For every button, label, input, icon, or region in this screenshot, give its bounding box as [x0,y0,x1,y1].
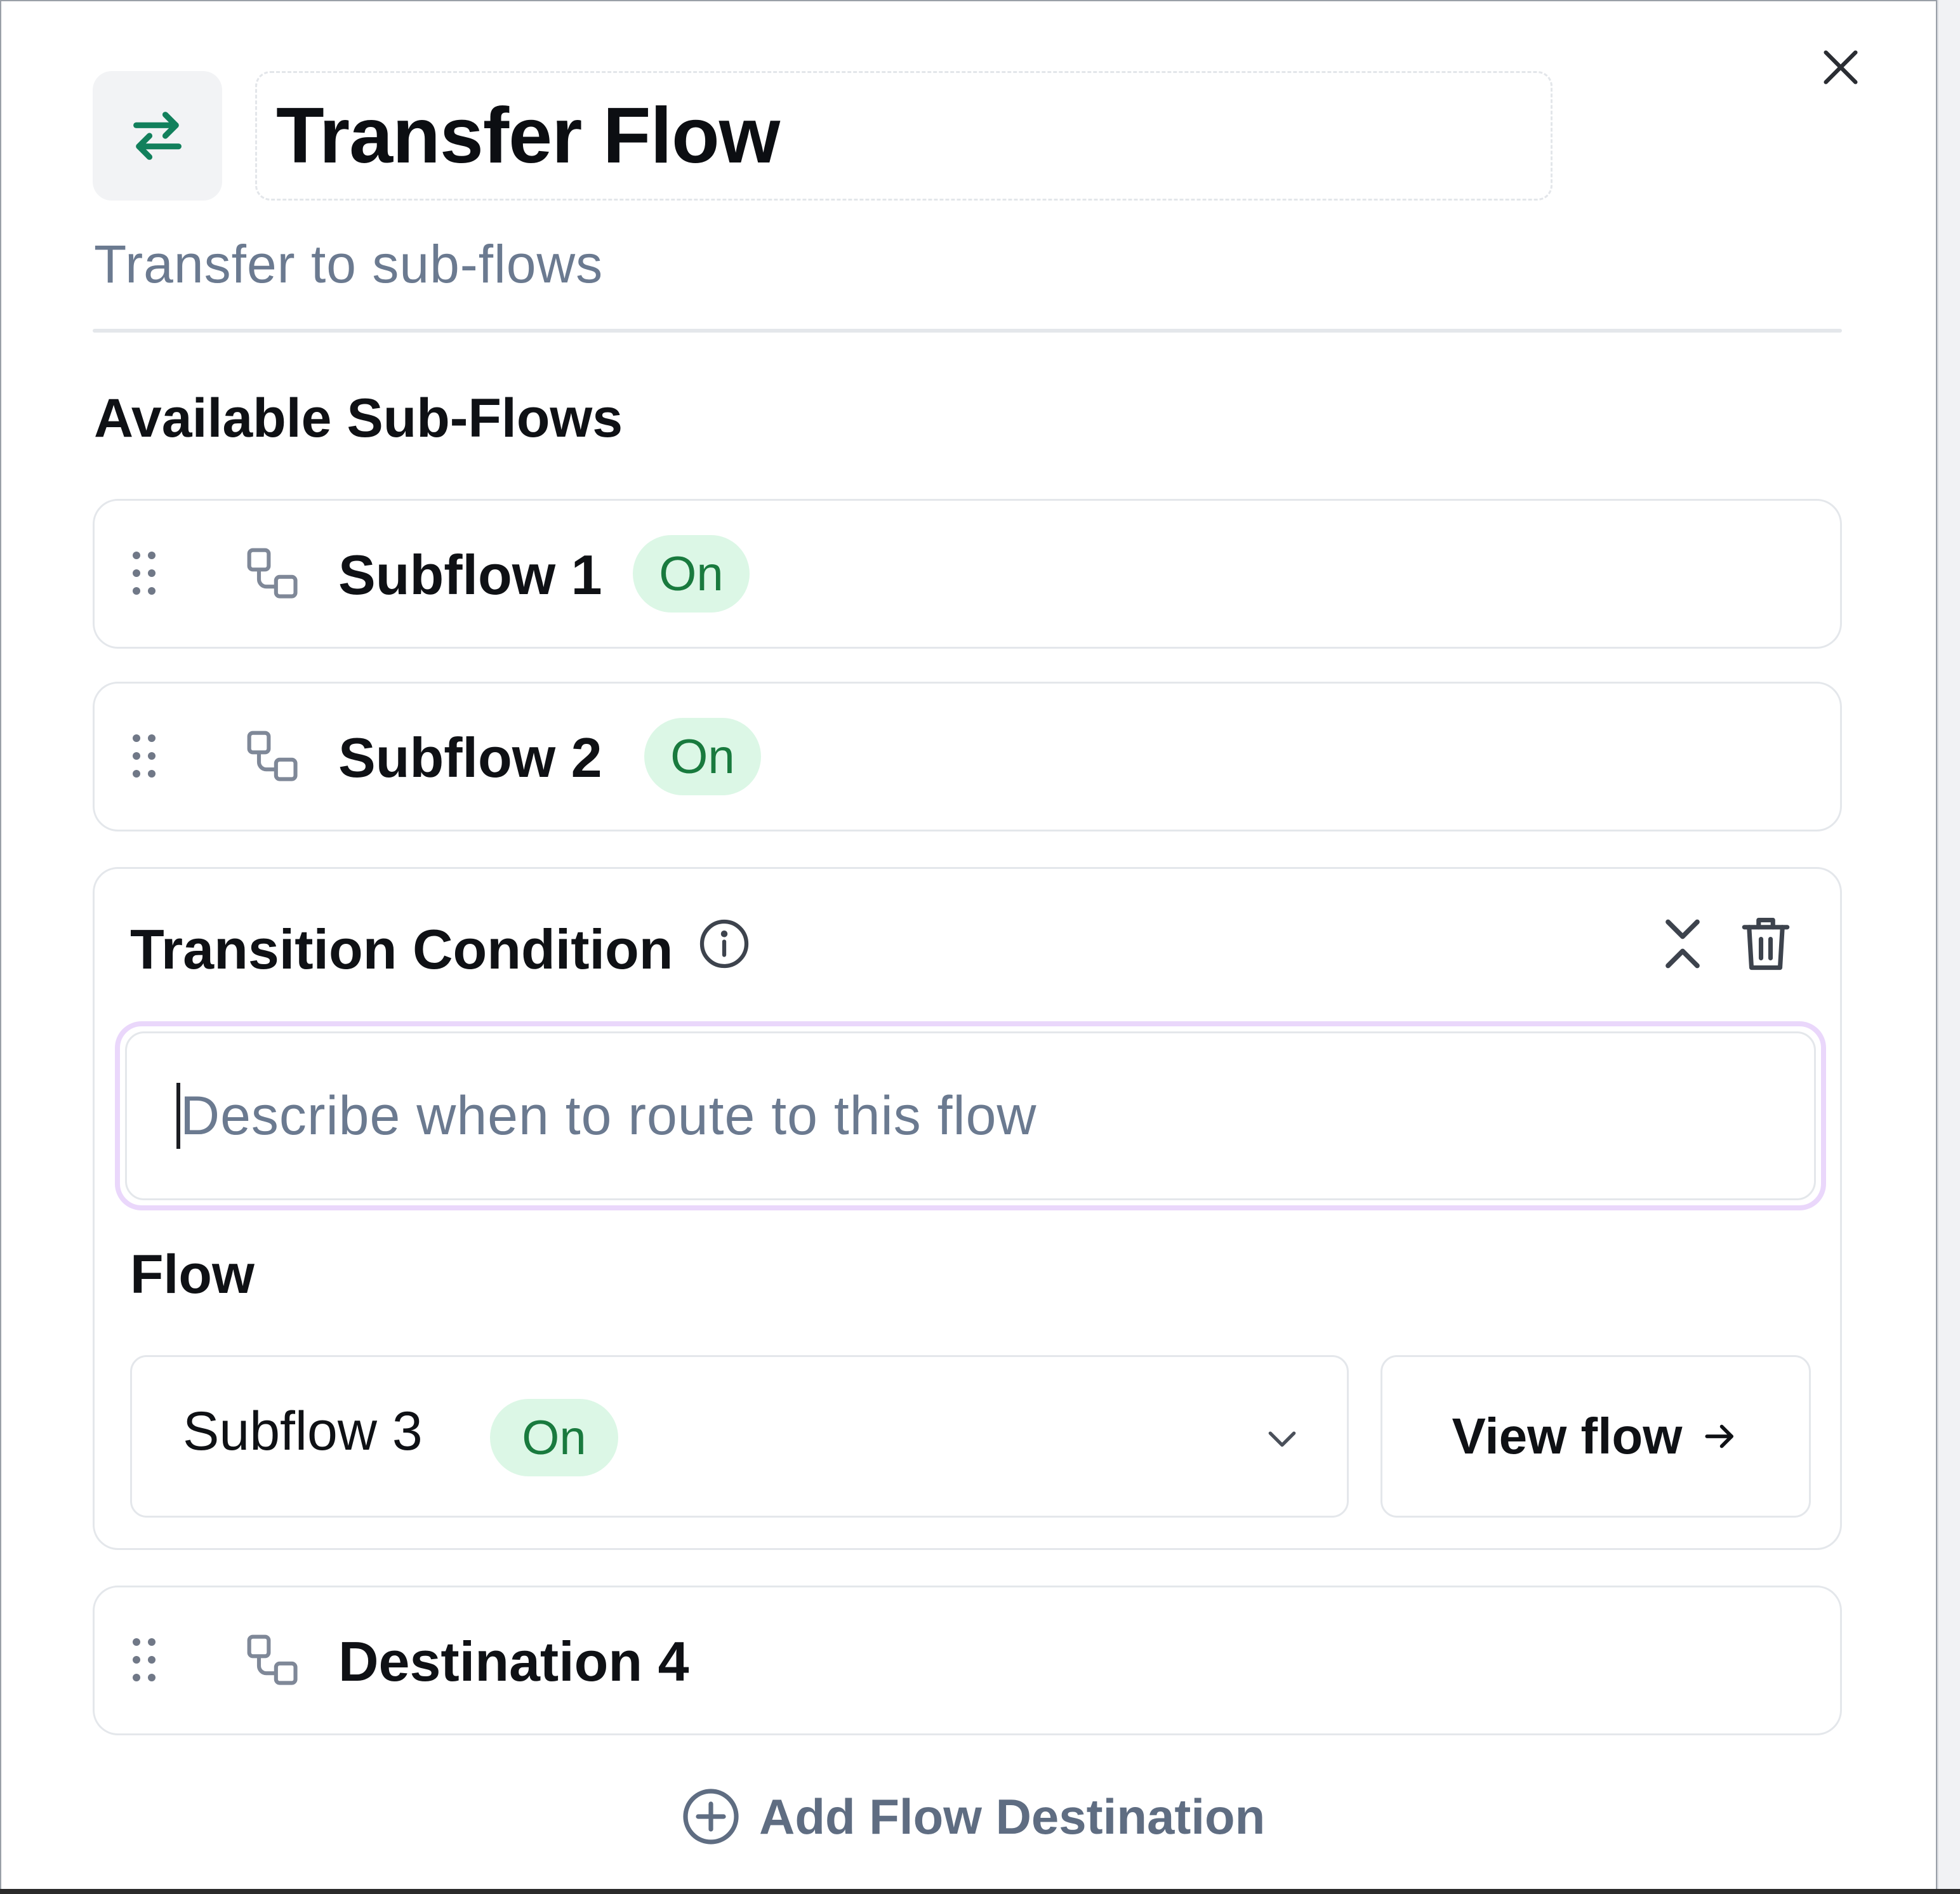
subflow-icon [247,548,298,599]
trash-icon[interactable] [1737,912,1794,976]
subflow-row[interactable]: Subflow 1 On [93,499,1842,649]
title-editable-field[interactable]: Transfer Flow [255,71,1553,201]
view-flow-button[interactable]: View flow [1381,1355,1811,1518]
flow-select[interactable]: Subflow 3 On [130,1355,1349,1518]
arrows-left-right-icon [133,112,182,160]
drag-handle-icon[interactable] [131,733,157,779]
close-button[interactable] [1815,42,1866,93]
collapse-icon[interactable] [1660,915,1705,973]
bottom-edge [0,1889,1960,1894]
subflow-row[interactable]: Subflow 2 On [93,682,1842,831]
condition-input-focus-ring: Describe when to route to this flow [115,1021,1826,1210]
page-subtitle: Transfer to sub-flows [94,234,604,294]
header-divider [93,329,1842,333]
drag-handle-icon[interactable] [131,1637,157,1683]
destination-row[interactable]: Destination 4 [93,1586,1842,1735]
plus-circle-icon [683,1789,739,1844]
status-badge: On [644,718,761,795]
subflow-icon [247,731,298,781]
condition-input[interactable]: Describe when to route to this flow [125,1031,1816,1200]
flow-field-label: Flow [130,1244,255,1305]
selected-flow: Subflow 3 [183,1401,423,1462]
subflow-name: Subflow 1 [338,543,602,606]
scrollbar-track[interactable] [1937,0,1960,1894]
view-flow-label: View flow [1452,1408,1683,1464]
add-flow-destination-button[interactable]: Add Flow Destination [680,1785,1265,1848]
chevron-down-icon [1268,1431,1296,1447]
drag-handle-icon[interactable] [131,550,157,596]
status-badge: On [633,535,750,613]
section-title: Available Sub-Flows [94,388,623,449]
add-flow-destination-label: Add Flow Destination [759,1788,1266,1844]
subflow-name: Subflow 2 [338,726,602,789]
transition-condition-title: Transition Condition [130,918,673,981]
arrow-right-icon [1705,1424,1733,1448]
status-badge: On [490,1399,618,1476]
transfer-flow-icon-box [93,71,222,201]
page-title: Transfer Flow [276,92,780,180]
close-icon [1824,50,1858,84]
condition-placeholder: Describe when to route to this flow [180,1085,1037,1146]
subflow-icon [247,1634,298,1685]
transition-condition-card: Transition Condition Describe when to ro… [93,867,1842,1550]
info-icon[interactable] [698,917,751,970]
destination-name: Destination 4 [338,1630,689,1693]
